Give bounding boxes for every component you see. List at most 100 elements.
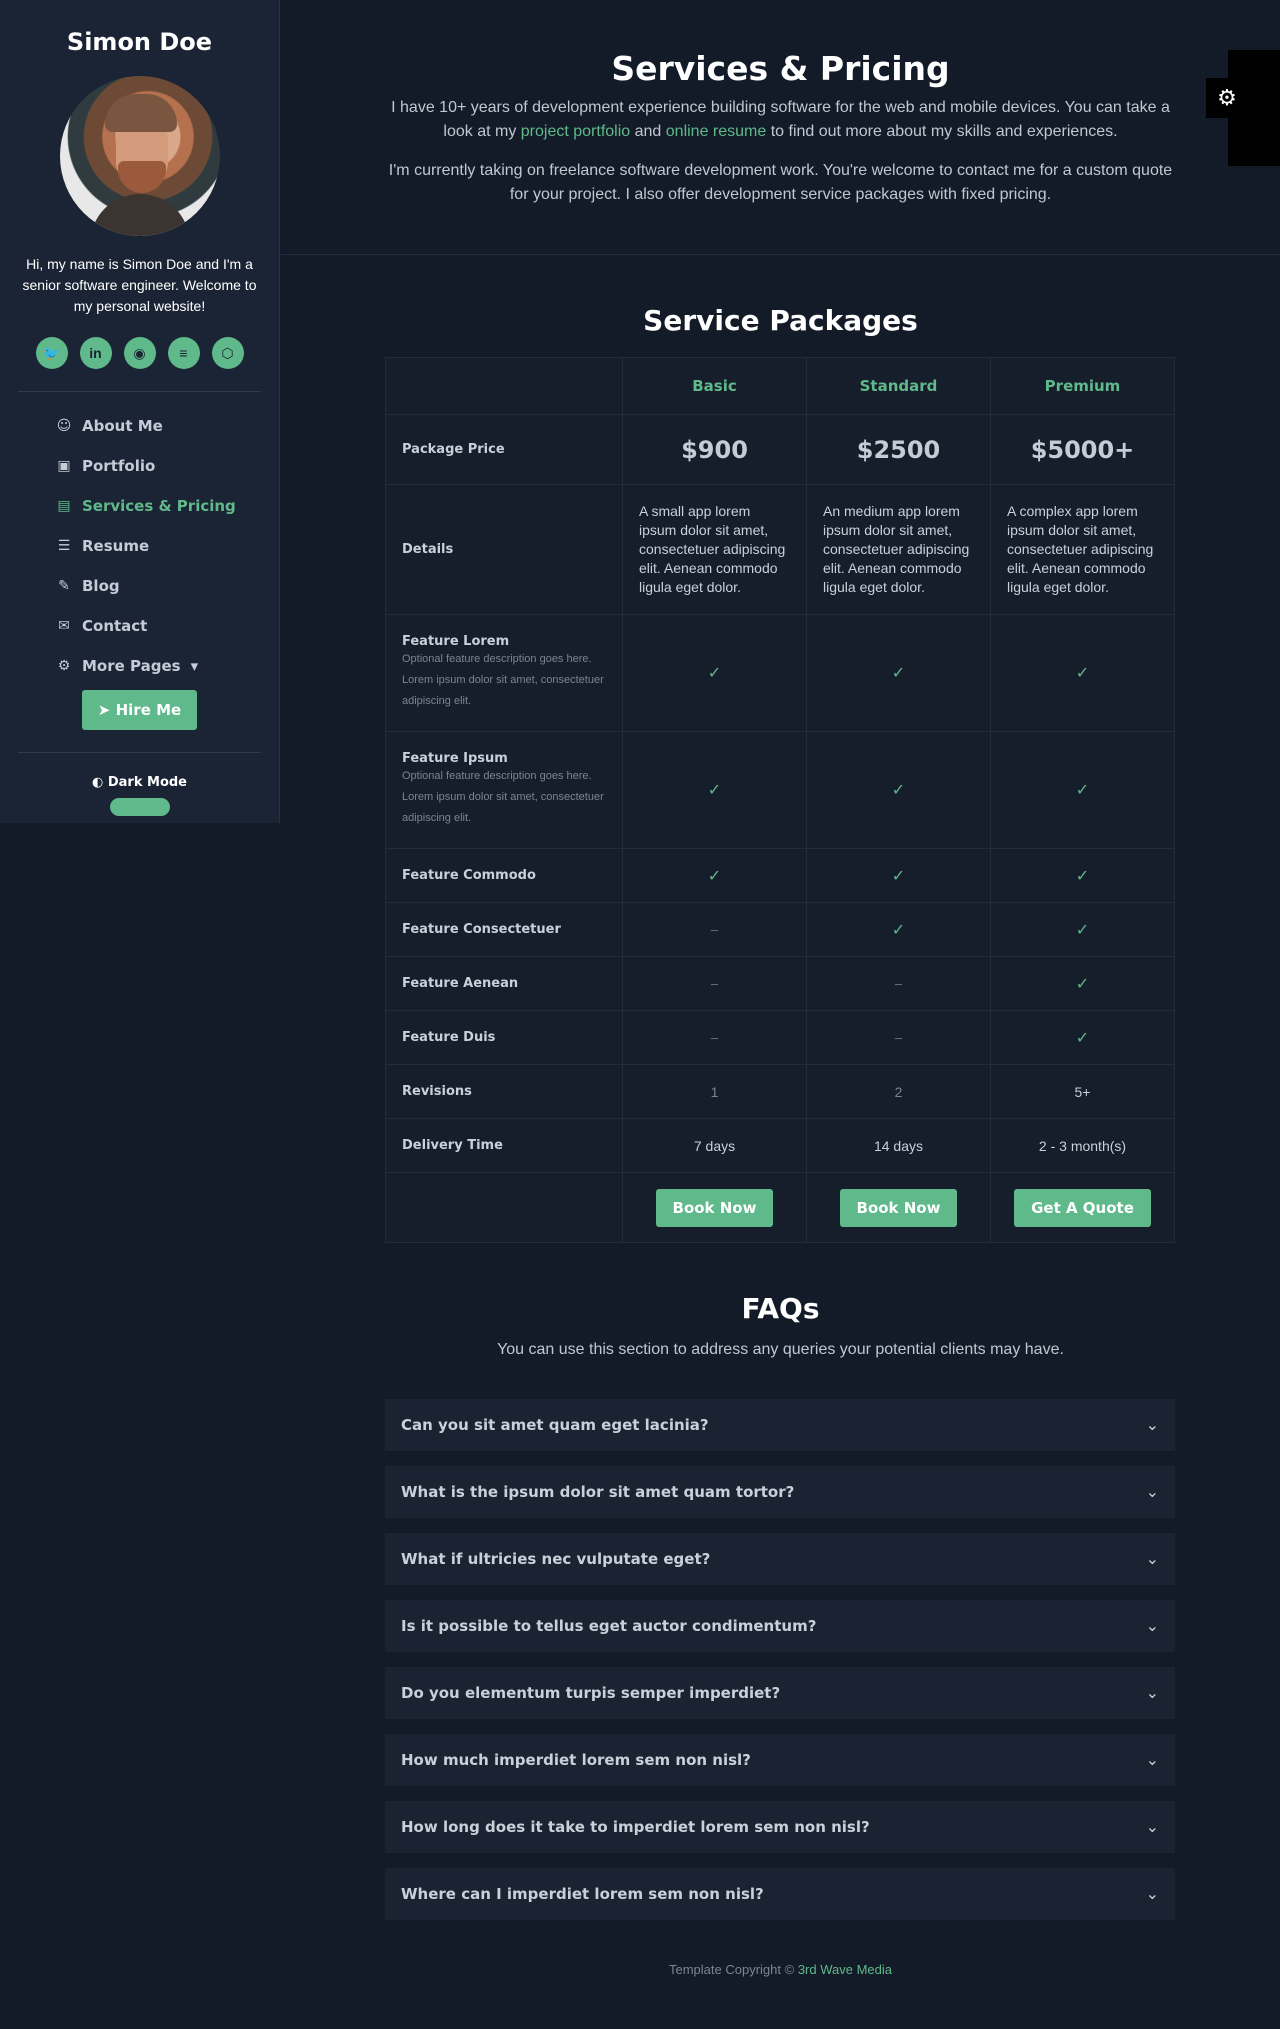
feature-cell: ✓	[990, 731, 1175, 849]
faq-question: What is the ipsum dolor sit amet quam to…	[401, 1483, 795, 1501]
feature-row: Feature Ipsum Optional feature descriptio…	[385, 731, 1175, 849]
chevron-down-icon[interactable]: ⌄	[1146, 1884, 1159, 1904]
half-circle-icon: ◐	[91, 775, 104, 790]
sidebar-item-portfolio[interactable]: ▣ Portfolio	[56, 446, 279, 486]
get-a-quote-button[interactable]: Get A Quote	[1014, 1188, 1151, 1227]
row-label-cell: Revisions	[385, 1064, 623, 1119]
profile-bio: Hi, my name is Simon Doe and I'm a senio…	[22, 256, 257, 314]
sidebar-item-more-pages[interactable]: ⚙ More Pages ▾	[56, 646, 279, 686]
check-icon: ✓	[1075, 782, 1090, 799]
chevron-down-icon[interactable]: ⌄	[1146, 1683, 1159, 1703]
feature-cell: ✓	[990, 956, 1175, 1011]
book-now-button[interactable]: Book Now	[839, 1188, 958, 1227]
faq-item[interactable]: Do you elementum turpis semper imperdiet…	[385, 1667, 1175, 1719]
footer: Template Copyright © 3rd Wave Media	[669, 1962, 892, 1977]
row-label-cell: Feature Commodo	[385, 848, 623, 903]
dash-icon: –	[710, 921, 719, 937]
chevron-down-icon[interactable]: ⌄	[1146, 1817, 1159, 1837]
footer-credit-link[interactable]: 3rd Wave Media	[798, 1962, 892, 1977]
project-portfolio-link[interactable]: project portfolio	[521, 123, 630, 140]
dark-mode-toggle[interactable]	[109, 798, 170, 816]
faq-item[interactable]: Can you sit amet quam eget lacinia? ⌄	[385, 1399, 1175, 1451]
codepen-icon[interactable]: ⬡	[211, 337, 244, 369]
faq-item[interactable]: Is it possible to tellus eget auctor con…	[385, 1600, 1175, 1652]
feature-cell: –	[622, 956, 807, 1011]
faq-item[interactable]: Where can I imperdiet lorem sem non nisl…	[385, 1868, 1175, 1920]
faq-question: What if ultricies nec vulputate eget?	[401, 1550, 711, 1568]
chevron-down-icon[interactable]: ⌄	[1146, 1482, 1159, 1502]
twitter-icon[interactable]: 🐦	[35, 337, 68, 369]
feature-cell: ✓	[622, 614, 807, 732]
row-label: Details	[402, 542, 454, 557]
sidebar-item-blog[interactable]: ✎ Blog	[56, 566, 279, 606]
packages-title: Service Packages	[643, 304, 918, 337]
faq-item[interactable]: How long does it take to imperdiet lorem…	[385, 1801, 1175, 1853]
faq-item[interactable]: What is the ipsum dolor sit amet quam to…	[385, 1466, 1175, 1518]
dark-mode-label: ◐ Dark Mode	[91, 775, 187, 790]
faq-item[interactable]: What if ultricies nec vulputate eget? ⌄	[385, 1533, 1175, 1585]
feature-cell: ✓	[990, 1010, 1175, 1065]
plan-details: A complex app lorem ipsum dolor sit amet…	[990, 484, 1175, 615]
hire-me-label: Hire Me	[115, 701, 182, 719]
sidebar-item-label: Services & Pricing	[82, 497, 236, 515]
sidebar-divider	[18, 391, 261, 392]
row-label-cell: Feature Lorem Optional feature descriptio…	[385, 614, 623, 732]
faq-question: Can you sit amet quam eget lacinia?	[401, 1416, 709, 1434]
check-icon: ✓	[707, 665, 722, 682]
chevron-down-icon[interactable]: ⌄	[1146, 1415, 1159, 1435]
check-icon: ✓	[1075, 665, 1090, 682]
feature-cell: ✓	[806, 848, 991, 903]
caret-down-icon: ▾	[190, 657, 199, 675]
stack-overflow-icon[interactable]: ≡	[167, 337, 200, 369]
check-icon: ✓	[1075, 1029, 1090, 1047]
profile-avatar	[59, 76, 220, 236]
row-label: Delivery Time	[402, 1138, 503, 1153]
faq-title: FAQs	[741, 1292, 820, 1325]
row-label: Feature Ipsum	[402, 751, 508, 766]
online-resume-link[interactable]: online resume	[666, 123, 767, 140]
check-icon: ✓	[891, 921, 906, 939]
faq-item[interactable]: How much imperdiet lorem sem non nisl? ⌄	[385, 1734, 1175, 1786]
feature-cell: ✓	[990, 848, 1175, 903]
feature-cell: ✓	[990, 614, 1175, 732]
row-label: Feature Consectetuer	[402, 922, 561, 937]
empty-action-cell	[385, 1172, 623, 1243]
sidebar-item-label: Blog	[82, 577, 120, 595]
social-links: 🐦 in ◉ ≡ ⬡	[0, 337, 279, 369]
sidebar-item-services-pricing[interactable]: ▤ Services & Pricing	[56, 486, 279, 526]
envelope-open-icon: ✉	[58, 618, 70, 634]
github-icon[interactable]: ◉	[123, 337, 156, 369]
plan-price: $5000+	[990, 414, 1175, 485]
sidebar-item-about-me[interactable]: ☺ About Me	[56, 406, 279, 446]
chevron-down-icon[interactable]: ⌄	[1146, 1549, 1159, 1569]
book-now-button[interactable]: Book Now	[655, 1188, 774, 1227]
row-label: Feature Aenean	[402, 976, 519, 991]
empty-header-cell	[385, 357, 623, 415]
linkedin-icon[interactable]: in	[79, 337, 112, 369]
feature-cell: –	[806, 956, 991, 1011]
faq-question: How long does it take to imperdiet lorem…	[401, 1818, 870, 1836]
delivery-value: 14 days	[806, 1118, 991, 1173]
sidebar-item-resume[interactable]: ☰ Resume	[56, 526, 279, 566]
sidebar-item-label: Contact	[82, 617, 148, 635]
check-icon: ✓	[707, 782, 722, 799]
action-cell: Get A Quote	[990, 1172, 1175, 1243]
faq-question: Do you elementum turpis semper imperdiet…	[401, 1684, 781, 1702]
sidebar-item-contact[interactable]: ✉ Contact	[56, 606, 279, 646]
chevron-down-icon[interactable]: ⌄	[1146, 1616, 1159, 1636]
action-cell: Book Now	[622, 1172, 807, 1243]
row-label-cell: Feature Consectetuer	[385, 902, 623, 957]
hire-me-button[interactable]: ➤ Hire Me	[81, 690, 198, 730]
feature-row: Feature Duis – – ✓	[385, 1010, 1175, 1065]
feature-cell: ✓	[806, 731, 991, 849]
plan-name-premium: Premium	[990, 357, 1175, 415]
feature-cell: ✓	[622, 731, 807, 849]
delivery-value: 7 days	[622, 1118, 807, 1173]
actions-row: Book Now Book Now Get A Quote	[385, 1172, 1175, 1243]
faq-question: How much imperdiet lorem sem non nisl?	[401, 1751, 751, 1769]
row-description: Optional feature description goes here. …	[402, 770, 604, 824]
site-brand[interactable]: Simon Doe	[0, 26, 279, 58]
cogs-icon: ⚙	[57, 658, 71, 674]
check-icon: ✓	[891, 867, 906, 885]
chevron-down-icon[interactable]: ⌄	[1146, 1750, 1159, 1770]
